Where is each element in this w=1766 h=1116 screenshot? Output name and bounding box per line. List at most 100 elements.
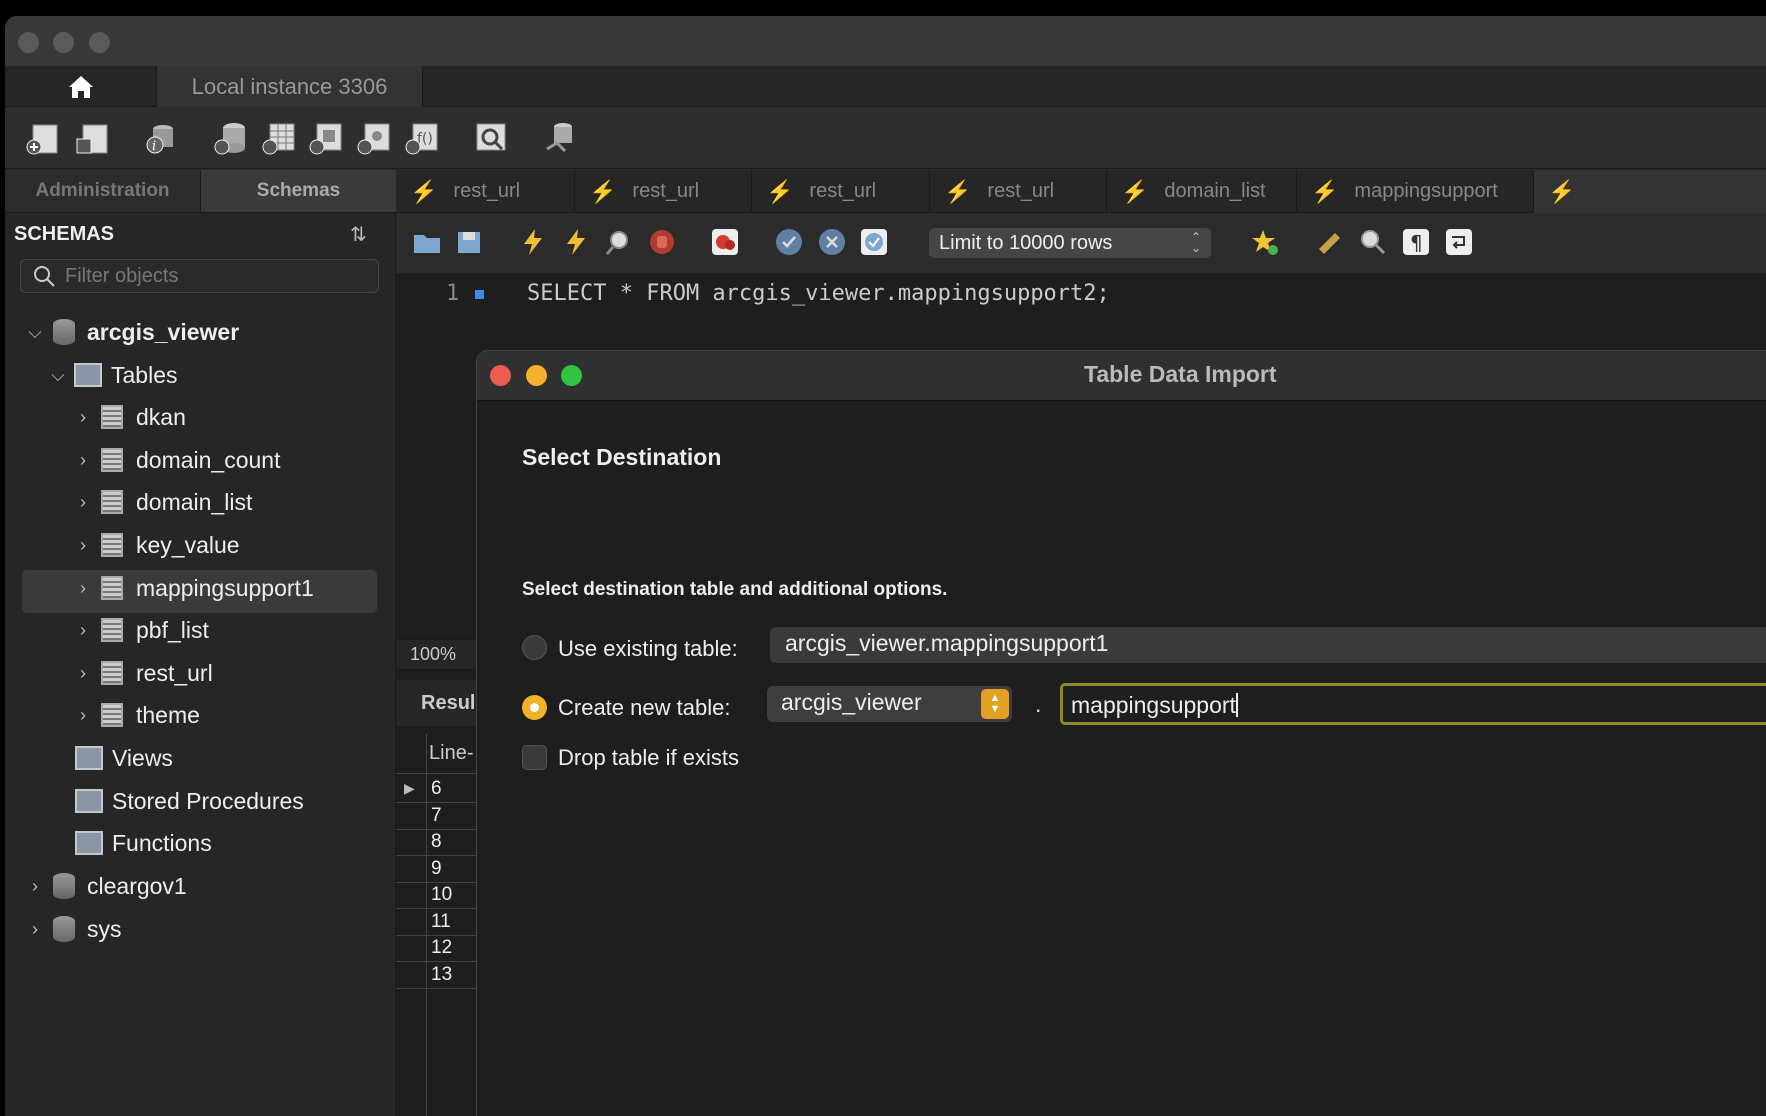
explain-icon[interactable] [604,227,634,257]
execute-current-icon[interactable] [561,227,591,257]
schema-arcgis-viewer[interactable]: ⌵ arcgis_viewer [25,311,239,353]
table-row[interactable]: 8 [396,830,478,856]
beautify-icon[interactable] [1315,227,1345,257]
table-item-selected[interactable]: › mappingsupport1 [73,567,314,609]
chevron-right-icon[interactable]: › [73,535,93,556]
table-row[interactable]: ▶ 6 [396,777,478,803]
lightning-icon: ⚡ [1548,178,1576,204]
sql-text[interactable]: SELECT * FROM arcgis_viewer.mappingsuppo… [527,281,1110,306]
create-view-icon[interactable] [307,121,343,155]
create-function-icon[interactable]: f() [403,121,439,155]
schema-cleargov1[interactable]: › cleargov1 [25,865,187,907]
result-grid-tab[interactable]: Resul [396,680,478,726]
table-row[interactable]: 12 [396,936,478,962]
table-icon [101,533,123,557]
schema-sys[interactable]: › sys [25,908,122,950]
chevron-down-icon[interactable]: ⌵ [48,365,68,386]
tab-administration[interactable]: Administration [5,170,200,212]
editor-tab[interactable]: ⚡ rest_url [752,170,930,213]
inspector-icon[interactable]: i [143,121,179,155]
tab-schemas[interactable]: Schemas [200,170,396,212]
create-new-radio[interactable] [522,695,547,720]
search-table-data-icon[interactable] [473,121,509,155]
zoom-button[interactable] [89,32,110,53]
editor-tab[interactable]: ⚡ rest_url [930,170,1107,213]
toggle-error-stop-icon[interactable] [710,227,740,257]
result-column-header[interactable]: Line- [396,734,478,774]
zoom-level[interactable]: 100% [396,639,478,670]
create-schema-icon[interactable] [212,121,248,155]
new-table-name-input[interactable]: mappingsupport [1060,683,1766,725]
execute-icon[interactable] [518,227,548,257]
table-name: rest_url [136,659,213,686]
editor-tab-label: mappingsupport [1354,180,1498,202]
open-folder-icon[interactable] [412,227,442,257]
dialog-close-button[interactable] [490,365,511,386]
chevron-down-icon[interactable]: ⌵ [25,322,45,343]
filter-input[interactable] [65,264,365,288]
invisible-chars-icon[interactable]: ¶ [1401,227,1431,257]
views-folder[interactable]: Views [75,737,173,779]
existing-table-select[interactable]: arcgis_viewer.mappingsupport1 [770,627,1766,663]
create-procedure-icon[interactable] [355,121,391,155]
table-item[interactable]: › domain_count [73,439,281,481]
chevron-right-icon[interactable]: › [73,450,93,471]
add-snippet-star-icon[interactable] [1250,227,1280,257]
chevron-right-icon[interactable]: › [73,492,93,513]
chevron-right-icon[interactable]: › [73,663,93,684]
word-wrap-icon[interactable] [1444,227,1474,257]
drop-table-checkbox[interactable] [522,745,547,770]
table-row[interactable]: 13 [396,963,478,989]
connection-tab[interactable]: Local instance 3306 [156,66,423,107]
table-row[interactable]: 11 [396,910,478,936]
svg-text:i: i [152,139,156,154]
chevron-right-icon[interactable]: › [73,407,93,428]
lightning-icon: ⚡ [589,178,617,204]
close-button[interactable] [18,32,39,53]
table-item[interactable]: › dkan [73,396,186,438]
save-icon[interactable] [454,227,484,257]
find-icon[interactable] [1358,227,1388,257]
create-table-icon[interactable] [260,121,296,155]
dialog-zoom-button[interactable] [561,365,582,386]
schema-select-value: arcgis_viewer [781,689,922,715]
new-sql-tab-icon[interactable] [25,121,61,155]
minimize-button[interactable] [53,32,74,53]
folder-label: Functions [112,829,212,856]
editor-tab[interactable]: ⚡ domain_list [1107,170,1297,213]
table-row[interactable]: 7 [396,804,478,830]
chevron-right-icon[interactable]: › [73,620,93,641]
table-row[interactable]: 9 [396,857,478,883]
editor-tab-active[interactable]: ⚡ [1534,170,1766,213]
chevron-right-icon[interactable]: › [25,919,45,940]
autocommit-icon[interactable] [859,227,889,257]
open-sql-file-icon[interactable] [75,121,111,155]
table-item[interactable]: › theme [73,694,200,736]
row-limit-select[interactable]: Limit to 10000 rows ⌃ ⌄ [929,228,1211,258]
table-item[interactable]: › pbf_list [73,609,209,651]
tables-folder[interactable]: ⌵ Tables [48,354,177,396]
reconnect-icon[interactable] [543,121,579,155]
editor-tab[interactable]: ⚡ rest_url [575,170,752,213]
table-row[interactable]: 10 [396,883,478,909]
stored-procedures-folder[interactable]: Stored Procedures [75,780,304,822]
use-existing-radio[interactable] [522,635,547,660]
schema-select[interactable]: arcgis_viewer ▲ ▼ [767,686,1012,722]
table-item[interactable]: › rest_url [73,652,213,694]
chevron-right-icon[interactable]: › [25,876,45,897]
editor-tab[interactable]: ⚡ mappingsupport [1297,170,1534,213]
home-tab[interactable] [5,66,156,107]
commit-icon[interactable] [774,227,804,257]
rollback-icon[interactable] [817,227,847,257]
text-caret [1235,693,1238,717]
functions-folder[interactable]: Functions [75,822,212,864]
table-item[interactable]: › key_value [73,524,240,566]
editor-tab[interactable]: ⚡ rest_url [396,170,575,213]
dialog-minimize-button[interactable] [526,365,547,386]
table-item[interactable]: › domain_list [73,481,252,523]
stop-icon[interactable] [647,227,677,257]
lightning-icon: ⚡ [944,178,972,204]
refresh-icon[interactable]: ⇅ [350,222,367,247]
chevron-right-icon[interactable]: › [73,705,93,726]
chevron-right-icon[interactable]: › [73,578,93,599]
